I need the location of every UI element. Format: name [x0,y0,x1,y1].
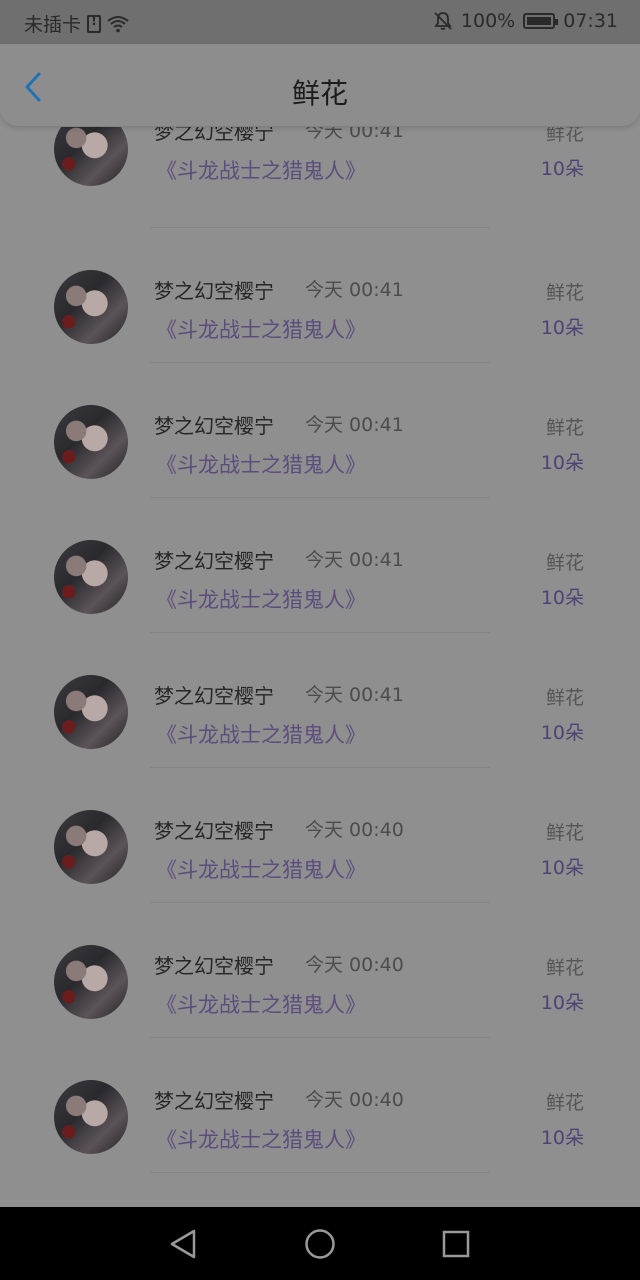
gift-count: 10朵 [540,587,584,609]
status-bar: 未插卡 100% 07:31 [0,0,640,44]
flower-record-list[interactable]: 梦之幻空樱宁 今天 00:41 《斗龙战士之猎鬼人》 鲜花 10朵 梦之幻空樱宁… [0,127,640,1207]
divider [150,227,490,228]
timestamp: 今天 00:40 [305,819,404,841]
book-title[interactable]: 《斗龙战士之猎鬼人》 [156,584,366,614]
gift-count: 10朵 [540,992,584,1014]
nav-home-button[interactable] [303,1227,337,1261]
avatar[interactable] [54,127,128,186]
username[interactable]: 梦之幻空樱宁 [154,545,274,574]
list-item[interactable]: 梦之幻空樱宁 今天 00:40 《斗龙战士之猎鬼人》 鲜花 10朵 [0,1047,640,1182]
battery-icon [523,13,559,29]
username[interactable]: 梦之幻空樱宁 [154,127,274,145]
sim-alert-icon [87,14,102,33]
back-triangle-icon [170,1229,196,1259]
divider [150,767,490,768]
timestamp: 今天 00:41 [305,279,404,301]
list-item[interactable]: 梦之幻空樱宁 今天 00:41 《斗龙战士之猎鬼人》 鲜花 10朵 [0,642,640,777]
page-title: 鲜花 [291,77,348,110]
status-right: 100% 07:31 [433,10,618,32]
divider [150,362,490,363]
divider [150,1037,490,1038]
clock: 07:31 [563,10,618,32]
timestamp: 今天 00:41 [305,684,404,706]
timestamp: 今天 00:40 [305,954,404,976]
username[interactable]: 梦之幻空樱宁 [154,680,274,709]
gift-type: 鲜花 [545,822,584,844]
book-title[interactable]: 《斗龙战士之猎鬼人》 [156,449,366,479]
divider [150,902,490,903]
list-item[interactable]: 梦之幻空樱宁 今天 00:40 《斗龙战士之猎鬼人》 鲜花 10朵 [0,912,640,1047]
system-nav-bar [0,1207,640,1280]
book-title[interactable]: 《斗龙战士之猎鬼人》 [156,155,366,185]
avatar[interactable] [54,1080,128,1154]
recents-square-icon [442,1230,470,1258]
divider [150,497,490,498]
gift-count: 10朵 [540,452,584,474]
mute-icon [434,12,452,30]
gift-count: 10朵 [540,1127,584,1149]
gift-type: 鲜花 [545,687,584,709]
book-title[interactable]: 《斗龙战士之猎鬼人》 [156,989,366,1019]
list-item[interactable]: 梦之幻空樱宁 今天 00:40 《斗龙战士之猎鬼人》 鲜花 10朵 [0,777,640,912]
gift-count: 10朵 [540,317,584,339]
avatar[interactable] [54,945,128,1019]
list-item[interactable]: 梦之幻空樱宁 今天 00:41 《斗龙战士之猎鬼人》 鲜花 10朵 [0,127,640,237]
avatar[interactable] [54,405,128,479]
book-title[interactable]: 《斗龙战士之猎鬼人》 [156,1124,366,1154]
list-item[interactable]: 梦之幻空樱宁 今天 00:41 《斗龙战士之猎鬼人》 鲜花 10朵 [0,372,640,507]
timestamp: 今天 00:41 [305,414,404,436]
nav-back-button[interactable] [166,1227,200,1261]
book-title[interactable]: 《斗龙战士之猎鬼人》 [156,719,366,749]
carrier-label: 未插卡 [24,14,82,36]
wifi-icon [107,15,129,32]
home-circle-icon [305,1229,335,1259]
username[interactable]: 梦之幻空樱宁 [154,410,274,439]
gift-type: 鲜花 [545,417,584,439]
username[interactable]: 梦之幻空樱宁 [154,815,274,844]
username[interactable]: 梦之幻空樱宁 [154,950,274,979]
battery-percent: 100% [460,10,516,32]
timestamp: 今天 00:41 [305,127,404,142]
status-left: 未插卡 [24,10,129,37]
gift-type: 鲜花 [545,127,584,145]
username[interactable]: 梦之幻空樱宁 [154,1085,274,1114]
gift-count: 10朵 [540,857,584,879]
gift-type: 鲜花 [545,1092,584,1114]
header: 鲜花 [0,44,640,126]
username[interactable]: 梦之幻空樱宁 [154,275,274,304]
divider [150,1172,490,1173]
gift-type: 鲜花 [545,552,584,574]
nav-recents-button[interactable] [439,1227,473,1261]
timestamp: 今天 00:40 [305,1089,404,1111]
timestamp: 今天 00:41 [305,549,404,571]
list-item[interactable]: 梦之幻空樱宁 今天 00:41 《斗龙战士之猎鬼人》 鲜花 10朵 [0,507,640,642]
avatar[interactable] [54,540,128,614]
avatar[interactable] [54,810,128,884]
avatar[interactable] [54,270,128,344]
screen: 未插卡 100% 07:31 鲜花 [0,0,640,1280]
avatar[interactable] [54,675,128,749]
gift-type: 鲜花 [545,957,584,979]
gift-count: 10朵 [540,158,584,180]
gift-count: 10朵 [540,722,584,744]
book-title[interactable]: 《斗龙战士之猎鬼人》 [156,314,366,344]
gift-type: 鲜花 [545,282,584,304]
list-item[interactable]: 梦之幻空樱宁 今天 00:41 《斗龙战士之猎鬼人》 鲜花 10朵 [0,237,640,372]
book-title[interactable]: 《斗龙战士之猎鬼人》 [156,854,366,884]
divider [150,632,490,633]
